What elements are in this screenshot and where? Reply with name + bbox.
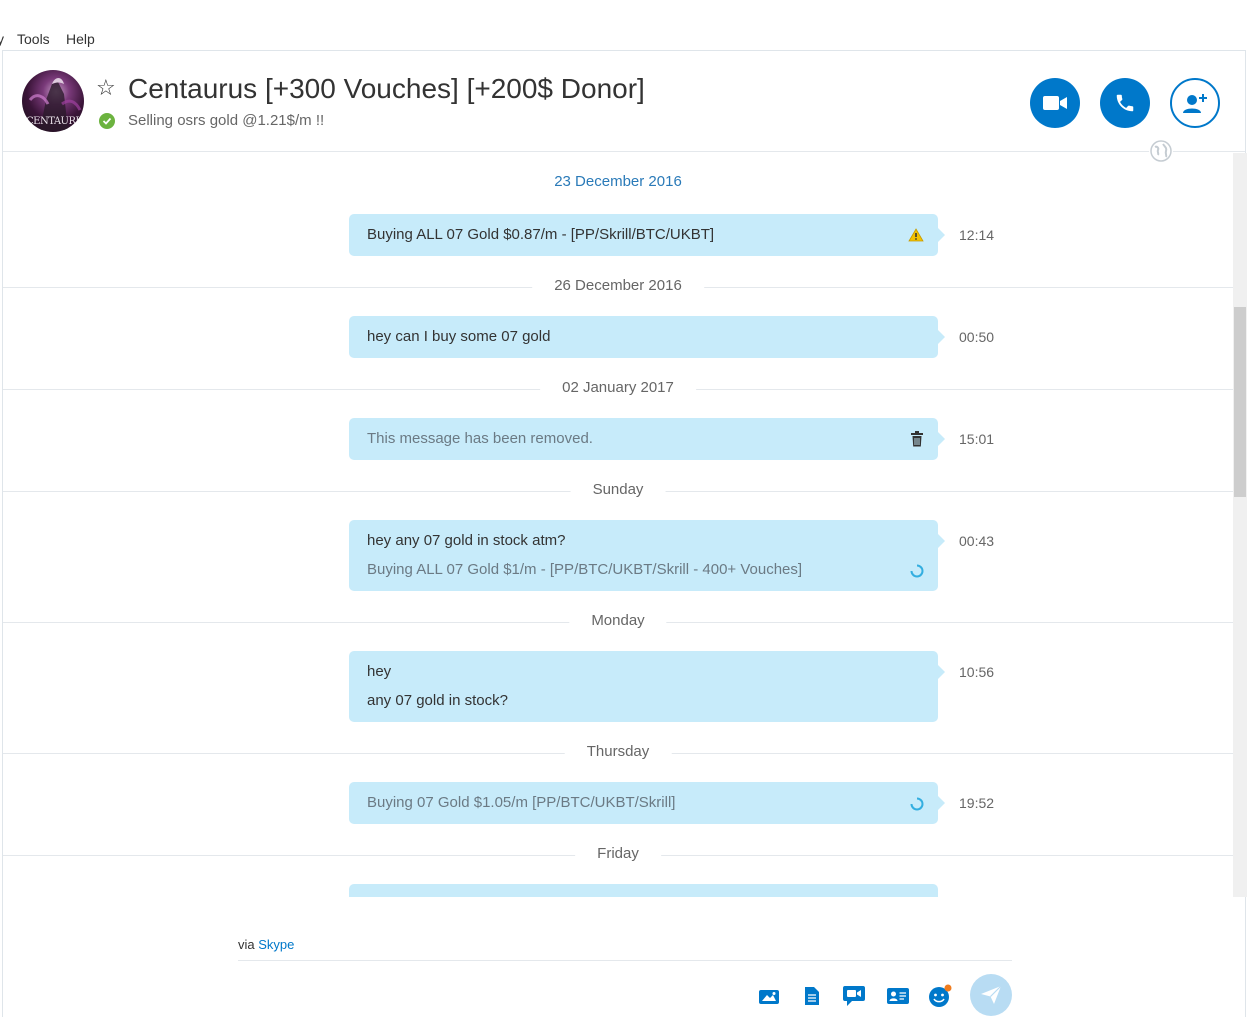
avatar-text: CENTAURUS (26, 116, 84, 127)
message-text: Buying ALL 07 Gold $1/m - [PP/BTC/UKBT/S… (367, 561, 803, 578)
mood-message: Selling osrs gold @1.21$/m !! (128, 112, 325, 129)
audio-call-button[interactable] (1100, 78, 1150, 128)
date-label: 02 January 2017 (540, 379, 696, 396)
skype-link[interactable]: Skype (258, 937, 294, 952)
date-separator: Sunday (3, 481, 1233, 501)
message-bubble[interactable] (349, 884, 938, 897)
scrollbar-track[interactable] (1233, 153, 1247, 897)
message-bubble[interactable]: hey any 07 gold in stock atm? Buying ALL… (349, 520, 945, 591)
video-message-icon (843, 986, 865, 1006)
message-text: hey (367, 663, 392, 680)
message-bubble[interactable]: hey can I buy some 07 gold (349, 316, 945, 358)
composer-divider (238, 960, 1012, 961)
send-icon (981, 985, 1002, 1004)
date-label: Sunday (570, 481, 666, 498)
message-time: 00:50 (959, 329, 995, 345)
message-text: This message has been removed. (367, 430, 593, 447)
date-separator: Thursday (3, 743, 1233, 763)
message-text: Buying 07 Gold $1.05/m [PP/BTC/UKBT/Skri… (367, 794, 676, 811)
video-call-button[interactable] (1030, 78, 1080, 128)
emoticon-button[interactable] (927, 983, 953, 1009)
date-label: Thursday (564, 743, 672, 760)
menu-item-tools[interactable]: Tools (17, 31, 50, 47)
message-text: hey can I buy some 07 gold (367, 328, 551, 345)
date-separator: 02 January 2017 (3, 379, 1233, 399)
message-text: hey any 07 gold in stock atm? (367, 532, 566, 549)
video-message-button[interactable] (841, 983, 867, 1009)
message-time: 12:14 (959, 227, 995, 243)
smiley-icon (929, 984, 952, 1007)
date-label: Friday (575, 845, 661, 862)
favorite-star-icon[interactable]: ☆ (96, 77, 116, 99)
message-text: any 07 gold in stock? (367, 692, 508, 709)
menu-item-help[interactable]: Help (66, 31, 95, 47)
add-contact-icon (1183, 94, 1207, 113)
date-label: 26 December 2016 (532, 277, 704, 294)
date-separator: 23 December 2016 (3, 173, 1233, 193)
conversation-header: CENTAURUS ☆ Centaurus [+300 Vouches] [+2… (3, 51, 1245, 152)
warning-icon[interactable] (908, 228, 924, 246)
file-icon (805, 987, 819, 1005)
date-label: 23 December 2016 (532, 173, 704, 190)
message-bubble[interactable]: This message has been removed. (349, 418, 945, 460)
message-bubble[interactable]: Buying 07 Gold $1.05/m [PP/BTC/UKBT/Skri… (349, 782, 945, 824)
conversation-history[interactable]: 23 December 2016 Buying ALL 07 Gold $0.8… (3, 153, 1233, 897)
contact-card-icon (887, 988, 909, 1004)
message-text: Buying ALL 07 Gold $0.87/m - [PP/Skrill/… (367, 226, 715, 243)
send-contact-button[interactable] (885, 983, 911, 1009)
avatar[interactable]: CENTAURUS (22, 70, 84, 132)
online-status-icon (99, 113, 115, 129)
date-separator: 26 December 2016 (3, 277, 1233, 297)
menu-bar: y Tools Help (0, 28, 1247, 50)
message-time: 10:56 (959, 664, 995, 680)
message-time: 19:52 (959, 795, 995, 811)
contact-name: Centaurus [+300 Vouches] [+200$ Donor] (128, 73, 645, 104)
scrollbar-thumb[interactable] (1234, 307, 1246, 497)
add-contact-button[interactable] (1170, 78, 1220, 128)
date-label: Monday (569, 612, 667, 629)
chat-window: CENTAURUS ☆ Centaurus [+300 Vouches] [+2… (2, 50, 1247, 1017)
sending-spinner-icon (910, 564, 924, 582)
send-button[interactable] (970, 974, 1012, 1016)
message-time: 00:43 (959, 533, 995, 549)
menu-item-view[interactable]: y (0, 31, 4, 47)
phone-call-icon (1116, 94, 1134, 112)
date-separator: Friday (3, 845, 1233, 865)
date-separator: Monday (3, 612, 1233, 632)
send-file-button[interactable] (799, 983, 825, 1009)
message-bubble[interactable]: hey any 07 gold in stock? (349, 651, 945, 722)
trash-icon (910, 431, 924, 451)
image-icon (759, 990, 779, 1004)
video-call-icon (1043, 96, 1067, 110)
via-label: via Skype (238, 937, 295, 952)
message-time: 15:01 (959, 431, 995, 447)
message-bubble[interactable]: Buying ALL 07 Gold $0.87/m - [PP/Skrill/… (349, 214, 945, 256)
send-photo-button[interactable] (756, 983, 782, 1009)
sending-spinner-icon (910, 797, 924, 815)
